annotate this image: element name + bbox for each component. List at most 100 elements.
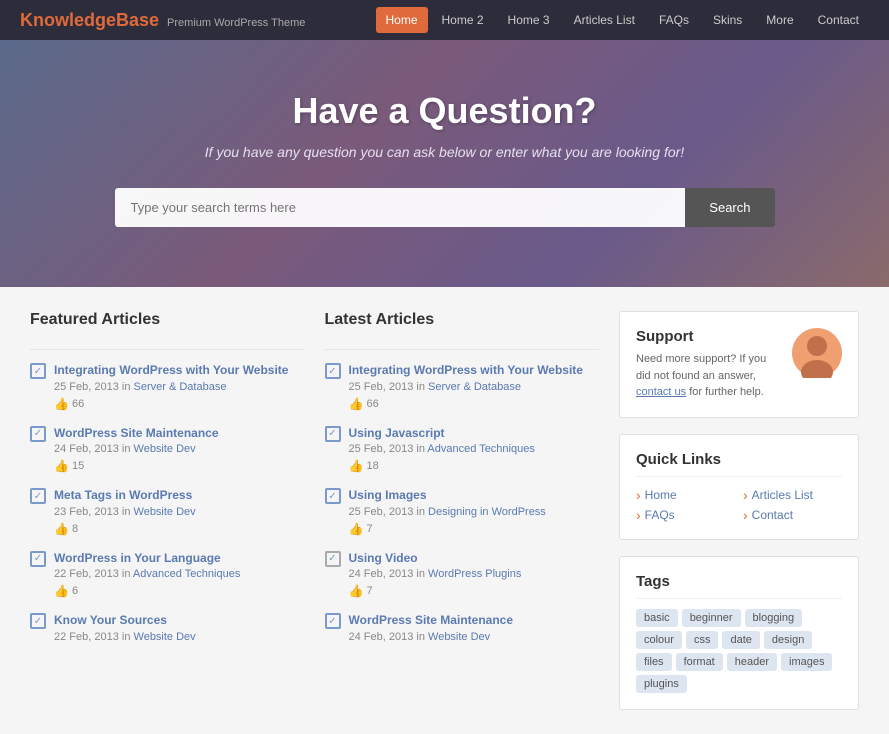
nav-link-home3[interactable]: Home 3 (498, 7, 560, 33)
article-content: Meta Tags in WordPress 23 Feb, 2013 in W… (54, 487, 305, 536)
article-content: WordPress Site Maintenance 24 Feb, 2013 … (54, 425, 305, 474)
article-category[interactable]: Server & Database (428, 381, 521, 393)
article-title[interactable]: Know Your Sources (54, 613, 167, 627)
nav-link-home2[interactable]: Home 2 (432, 7, 494, 33)
search-button[interactable]: Search (685, 188, 774, 227)
thumbs-up-icon: 👍 (349, 522, 364, 536)
thumbs-up-icon: 👍 (54, 522, 69, 536)
nav-link-more[interactable]: More (756, 7, 803, 33)
article-content: Using Images 25 Feb, 2013 in Designing i… (349, 487, 600, 536)
tag-colour[interactable]: colour (636, 631, 682, 649)
tag-date[interactable]: date (722, 631, 759, 649)
support-desc: Need more support? If you did not found … (636, 351, 780, 401)
tag-format[interactable]: format (676, 653, 723, 671)
tags-box: Tags basic beginner blogging colour css … (619, 556, 859, 710)
nav-item-contact[interactable]: Contact (808, 7, 869, 33)
nav-link-articles[interactable]: Articles List (564, 7, 645, 33)
quick-link-home[interactable]: Home (636, 487, 735, 503)
article-meta: 24 Feb, 2013 in WordPress Plugins (349, 568, 600, 580)
quick-links-box: Quick Links Home Articles List FAQs Cont… (619, 434, 859, 540)
tag-header[interactable]: header (727, 653, 777, 671)
tag-beginner[interactable]: beginner (682, 609, 741, 627)
list-item: Know Your Sources 22 Feb, 2013 in Websit… (30, 612, 305, 643)
article-meta: 24 Feb, 2013 in Website Dev (54, 443, 305, 455)
article-icon (30, 426, 46, 442)
article-meta: 25 Feb, 2013 in Advanced Techniques (349, 443, 600, 455)
article-meta: 22 Feb, 2013 in Advanced Techniques (54, 568, 305, 580)
list-item: WordPress in Your Language 22 Feb, 2013 … (30, 550, 305, 599)
thumbs-up-icon: 👍 (349, 459, 364, 473)
article-icon (325, 363, 341, 379)
nav-link-home[interactable]: Home (376, 7, 428, 33)
article-category[interactable]: Website Dev (428, 631, 490, 643)
article-title[interactable]: Using Video (349, 551, 418, 565)
support-contact-link[interactable]: contact us (636, 386, 686, 398)
list-item: Integrating WordPress with Your Website … (30, 362, 305, 411)
article-icon (30, 363, 46, 379)
hero-subtitle: If you have any question you can ask bel… (205, 144, 684, 160)
nav-link-faqs[interactable]: FAQs (649, 7, 699, 33)
article-content: WordPress in Your Language 22 Feb, 2013 … (54, 550, 305, 599)
article-likes: 👍 15 (54, 459, 305, 473)
featured-divider (30, 349, 305, 350)
article-category[interactable]: Server & Database (134, 381, 227, 393)
latest-title: Latest Articles (325, 311, 600, 335)
nav-item-home2[interactable]: Home 2 (432, 7, 494, 33)
thumbs-up-icon: 👍 (349, 397, 364, 411)
article-title[interactable]: WordPress in Your Language (54, 551, 221, 565)
article-title[interactable]: Integrating WordPress with Your Website (349, 363, 583, 377)
nav-link-contact[interactable]: Contact (808, 7, 869, 33)
main-content: Featured Articles Integrating WordPress … (0, 287, 889, 734)
article-icon (30, 551, 46, 567)
quick-link-articles[interactable]: Articles List (743, 487, 842, 503)
thumbs-up-icon: 👍 (54, 397, 69, 411)
article-likes: 👍 6 (54, 584, 305, 598)
nav-link-skins[interactable]: Skins (703, 7, 752, 33)
thumbs-up-icon: 👍 (54, 584, 69, 598)
search-input[interactable] (115, 188, 686, 227)
article-content: Using Video 24 Feb, 2013 in WordPress Pl… (349, 550, 600, 599)
article-title[interactable]: Meta Tags in WordPress (54, 488, 192, 502)
nav-item-home3[interactable]: Home 3 (498, 7, 560, 33)
featured-title: Featured Articles (30, 311, 305, 335)
article-category[interactable]: WordPress Plugins (428, 568, 521, 580)
article-likes: 👍 7 (349, 584, 600, 598)
article-title[interactable]: Integrating WordPress with Your Website (54, 363, 288, 377)
article-icon (325, 488, 341, 504)
tag-design[interactable]: design (764, 631, 812, 649)
article-title[interactable]: WordPress Site Maintenance (349, 613, 514, 627)
search-bar: Search (115, 188, 775, 227)
article-title[interactable]: Using Javascript (349, 426, 445, 440)
article-content: WordPress Site Maintenance 24 Feb, 2013 … (349, 612, 600, 643)
support-title: Support (636, 328, 780, 345)
nav-item-articles[interactable]: Articles List (564, 7, 645, 33)
article-category[interactable]: Advanced Techniques (427, 443, 534, 455)
article-category[interactable]: Website Dev (134, 631, 196, 643)
nav-item-more[interactable]: More (756, 7, 803, 33)
tag-blogging[interactable]: blogging (745, 609, 803, 627)
thumbs-up-icon: 👍 (54, 459, 69, 473)
article-category[interactable]: Advanced Techniques (133, 568, 240, 580)
tag-files[interactable]: files (636, 653, 672, 671)
logo: KnowledgeBase Premium WordPress Theme (20, 10, 305, 31)
tag-basic[interactable]: basic (636, 609, 678, 627)
quick-link-faqs[interactable]: FAQs (636, 507, 735, 523)
article-category[interactable]: Website Dev (134, 443, 196, 455)
navbar: KnowledgeBase Premium WordPress Theme Ho… (0, 0, 889, 40)
nav-item-skins[interactable]: Skins (703, 7, 752, 33)
article-likes: 👍 66 (349, 397, 600, 411)
tag-css[interactable]: css (686, 631, 719, 649)
thumbs-up-icon: 👍 (349, 584, 364, 598)
quick-link-contact[interactable]: Contact (743, 507, 842, 523)
article-title[interactable]: WordPress Site Maintenance (54, 426, 219, 440)
article-title[interactable]: Using Images (349, 488, 427, 502)
list-item: Integrating WordPress with Your Website … (325, 362, 600, 411)
article-icon (325, 426, 341, 442)
tag-plugins[interactable]: plugins (636, 675, 687, 693)
nav-item-faqs[interactable]: FAQs (649, 7, 699, 33)
article-content: Integrating WordPress with Your Website … (349, 362, 600, 411)
tag-images[interactable]: images (781, 653, 832, 671)
nav-item-home[interactable]: Home (376, 7, 428, 33)
article-meta: 22 Feb, 2013 in Website Dev (54, 631, 305, 643)
article-icon (325, 613, 341, 629)
